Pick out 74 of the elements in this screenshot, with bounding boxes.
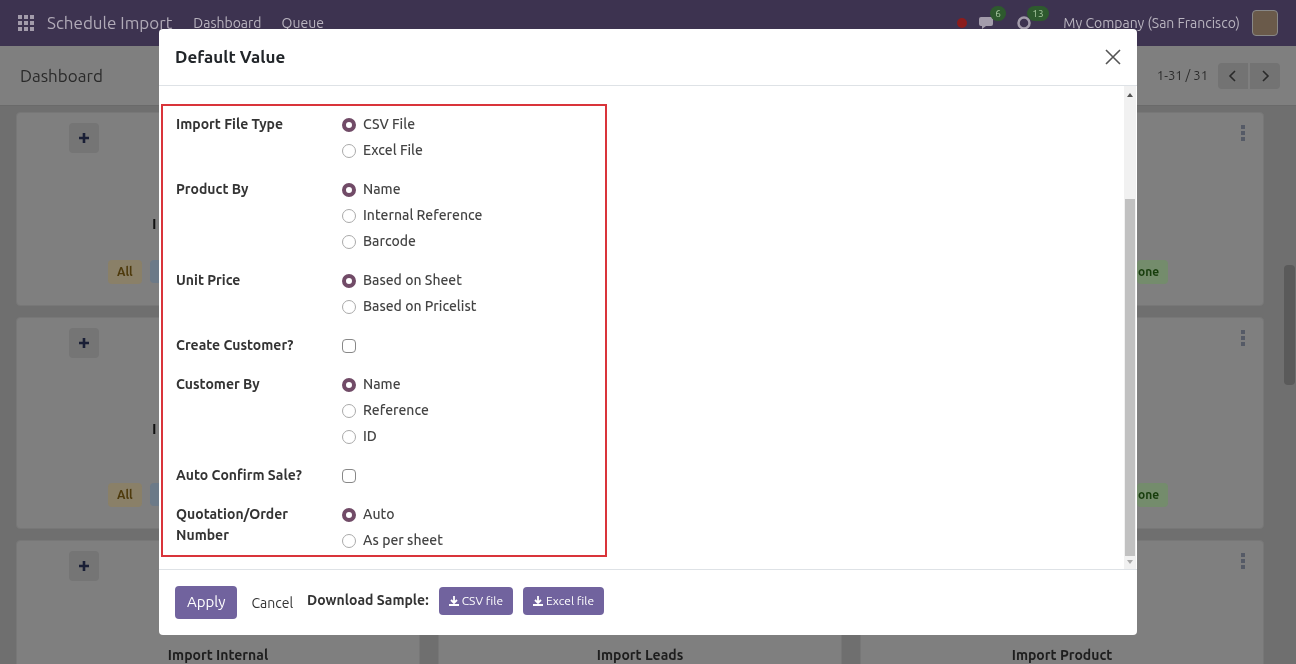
- message-count: 6: [990, 6, 1006, 21]
- radio-button[interactable]: [342, 507, 356, 522]
- kebab-menu-icon[interactable]: [1241, 330, 1245, 346]
- kebab-menu-icon[interactable]: [1241, 125, 1245, 141]
- chat-button[interactable]: [979, 16, 996, 30]
- option-label[interactable]: Name: [363, 374, 401, 395]
- card-title: I: [152, 214, 157, 234]
- field-label: Unit Price: [176, 271, 242, 290]
- close-icon: [1105, 49, 1121, 65]
- radio-button[interactable]: [342, 403, 356, 418]
- card-title: Import Leads: [595, 646, 685, 664]
- radio-button[interactable]: [342, 143, 356, 158]
- app-name: Schedule Import: [47, 12, 173, 35]
- dialog-title: Default Value: [175, 46, 287, 69]
- field-label: Customer By: [176, 375, 261, 394]
- option-label[interactable]: Auto: [363, 504, 395, 525]
- radio-button[interactable]: [342, 299, 356, 314]
- add-button[interactable]: [69, 328, 99, 358]
- radio-button[interactable]: [342, 429, 356, 444]
- kebab-menu-icon[interactable]: [1241, 553, 1245, 569]
- radio-button[interactable]: [342, 208, 356, 223]
- radio-button[interactable]: [342, 377, 356, 392]
- download-icon: [533, 595, 543, 606]
- cancel-button[interactable]: Cancel: [251, 593, 294, 614]
- option-label[interactable]: Based on Pricelist: [363, 296, 477, 317]
- option-label[interactable]: Based on Sheet: [363, 270, 462, 291]
- scroll-up-icon[interactable]: [1126, 91, 1134, 99]
- download-button[interactable]: CSV file: [438, 586, 513, 615]
- add-button[interactable]: [69, 123, 99, 153]
- next-page-button[interactable]: [1250, 62, 1280, 89]
- apply-button[interactable]: Apply: [175, 586, 238, 619]
- option-label[interactable]: Reference: [363, 400, 429, 421]
- plus-icon: [78, 337, 90, 349]
- option-label[interactable]: CSV File: [363, 114, 415, 135]
- card-title: Import Internal: [166, 646, 270, 664]
- radio-button[interactable]: [342, 234, 356, 249]
- apps-menu-icon[interactable]: [18, 15, 34, 31]
- activity-count: 13: [1027, 6, 1049, 21]
- chat-icon: [979, 16, 996, 30]
- add-button[interactable]: [69, 551, 99, 581]
- scroll-down-icon[interactable]: [1126, 558, 1134, 566]
- option-label[interactable]: As per sheet: [363, 530, 443, 551]
- checkbox[interactable]: [342, 339, 356, 353]
- option-label[interactable]: Internal Reference: [363, 205, 483, 226]
- field-label: Product By: [176, 180, 250, 199]
- close-button[interactable]: [1103, 47, 1123, 67]
- download-label: Download Sample:: [307, 591, 429, 610]
- plus-icon: [78, 560, 90, 572]
- radio-button[interactable]: [342, 182, 356, 197]
- scrollbar[interactable]: [1124, 86, 1136, 569]
- download-icon: [448, 595, 459, 606]
- radio-button[interactable]: [342, 117, 356, 132]
- avatar-placeholder[interactable]: [1252, 10, 1278, 36]
- download-button[interactable]: Excel file: [523, 586, 605, 615]
- pager-text: 1-31 / 31: [1156, 66, 1208, 84]
- radio-button[interactable]: [342, 533, 356, 548]
- checkbox[interactable]: [342, 469, 356, 483]
- activity-button[interactable]: [1017, 16, 1032, 30]
- radio-button[interactable]: [342, 273, 356, 288]
- clock-icon: [1017, 16, 1032, 30]
- scrollbar-thumb[interactable]: [1125, 199, 1135, 556]
- card-title: Import Product: [1010, 646, 1114, 664]
- option-label[interactable]: Barcode: [363, 231, 416, 252]
- previous-page-button[interactable]: [1218, 62, 1248, 89]
- field-label: Quotation/Order Number: [176, 505, 290, 545]
- option-label[interactable]: ID: [363, 426, 377, 447]
- plus-icon: [78, 132, 90, 144]
- field-label: Auto Confirm Sale?: [176, 466, 303, 485]
- card-title: I: [152, 419, 157, 439]
- page-title: Dashboard: [20, 64, 103, 87]
- option-label[interactable]: Excel File: [363, 140, 423, 161]
- option-label[interactable]: Name: [363, 179, 401, 200]
- field-label: Import File Type: [176, 115, 285, 134]
- field-label: Create Customer?: [176, 336, 295, 355]
